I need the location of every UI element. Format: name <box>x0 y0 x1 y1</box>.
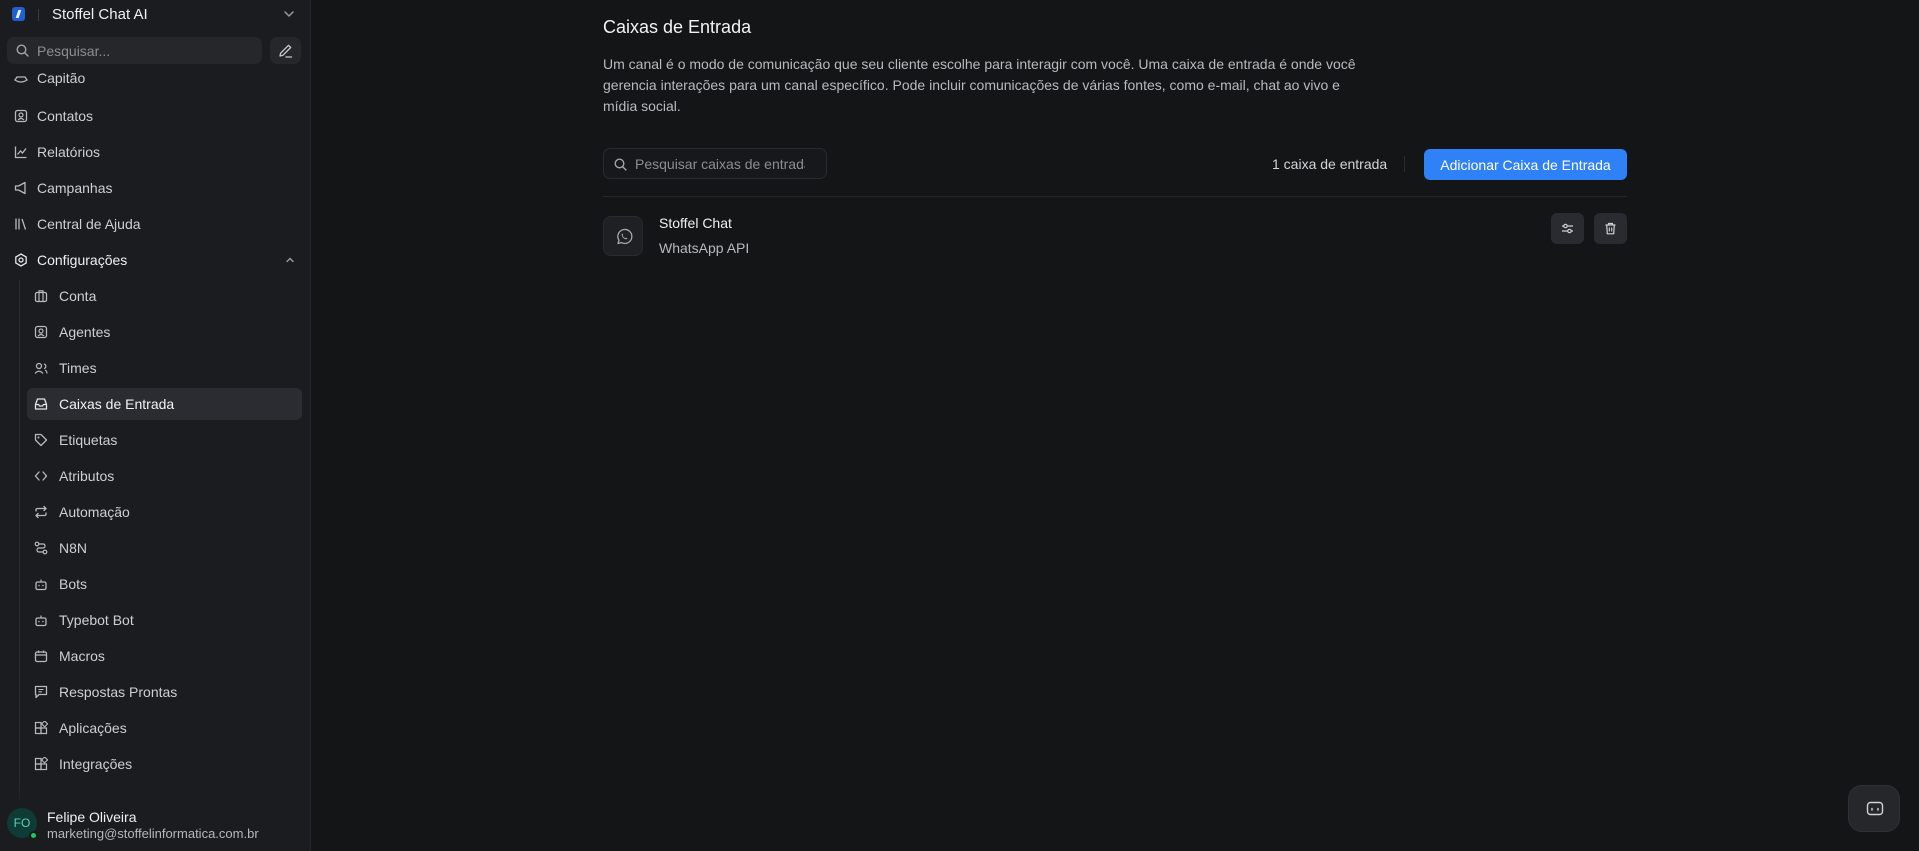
settings-item-label: Atributos <box>59 468 115 484</box>
inbox-channel-type: WhatsApp API <box>659 240 750 256</box>
settings-item-automacao[interactable]: Automação <box>27 496 302 528</box>
settings-item-bots[interactable]: Bots <box>27 568 302 600</box>
bot-icon <box>34 577 48 591</box>
settings-item-label: Automação <box>59 504 130 520</box>
code-icon <box>34 469 48 483</box>
inbox-count: 1 caixa de entrada <box>1272 156 1388 172</box>
settings-item-label: N8N <box>59 540 88 556</box>
whatsapp-icon <box>617 228 633 245</box>
pencil-icon <box>279 44 293 58</box>
sidebar-item-capitao[interactable]: Capitão <box>8 68 303 94</box>
page-title: Caixas de Entrada <box>603 17 752 37</box>
contact-icon <box>14 109 28 123</box>
inbox-settings-button[interactable] <box>1551 213 1584 244</box>
inbox-search-input[interactable] <box>635 149 805 178</box>
sidebar-item-central-de-ajuda[interactable]: Central de Ajuda <box>8 208 303 240</box>
settings-item-label: Bots <box>59 576 88 592</box>
settings-item-label: Aplicações <box>59 720 127 736</box>
settings-item-label: Conta <box>59 288 97 304</box>
sidebar-item-label: Central de Ajuda <box>37 216 141 232</box>
add-inbox-button[interactable]: Adicionar Caixa de Entrada <box>1424 149 1627 180</box>
settings-item-label: Typebot Bot <box>59 612 134 628</box>
trash-icon <box>1605 222 1616 235</box>
users-icon <box>34 361 48 375</box>
megaphone-icon <box>14 181 28 195</box>
bot-icon <box>34 613 48 627</box>
brand-divider <box>38 9 39 21</box>
calendar-icon <box>34 649 48 663</box>
toolbar-divider <box>1404 156 1405 172</box>
settings-item-macros[interactable]: Macros <box>27 640 302 672</box>
settings-item-times[interactable]: Times <box>27 352 302 384</box>
sidebar-nav: Capitão Contatos Relatórios Campanhas Ce… <box>0 68 310 803</box>
settings-item-label: Times <box>59 360 97 376</box>
settings-item-label: Agentes <box>59 324 111 340</box>
channel-avatar <box>603 216 643 256</box>
sidebar-item-configuracoes[interactable]: Configurações <box>8 244 303 276</box>
sidebar-search-input[interactable] <box>37 37 257 64</box>
ship-icon <box>14 71 28 85</box>
settings-item-etiquetas[interactable]: Etiquetas <box>27 424 302 456</box>
gear-icon <box>14 253 28 267</box>
settings-item-respostas-prontas[interactable]: Respostas Prontas <box>27 676 302 708</box>
repeat-icon <box>34 505 48 519</box>
library-icon <box>14 217 28 231</box>
settings-item-integracoes[interactable]: Integrações <box>27 748 302 780</box>
briefcase-icon <box>34 289 48 303</box>
apps-icon <box>34 757 48 771</box>
chevron-down-icon[interactable] <box>283 8 295 20</box>
account-name: Stoffel Chat AI <box>52 6 148 23</box>
inbox-name[interactable]: Stoffel Chat <box>659 215 732 231</box>
chevron-up-icon <box>285 255 295 265</box>
route-icon <box>34 541 48 555</box>
chat-bubble-icon <box>1866 801 1884 816</box>
apps-icon <box>34 721 48 735</box>
settings-item-caixas-de-entrada[interactable]: Caixas de Entrada <box>27 388 302 420</box>
inbox-delete-button[interactable] <box>1594 213 1627 244</box>
search-icon <box>614 158 627 171</box>
brand-logo <box>12 7 25 21</box>
settings-item-conta[interactable]: Conta <box>27 280 302 312</box>
sidebar-item-contatos[interactable]: Contatos <box>8 100 303 132</box>
message-square-icon <box>34 685 48 699</box>
contact-icon <box>34 325 48 339</box>
inbox-search <box>603 148 827 179</box>
settings-item-label: Integrações <box>59 756 133 772</box>
settings-tree-line <box>19 280 20 800</box>
compose-button[interactable] <box>270 37 301 64</box>
settings-item-label: Macros <box>59 648 105 664</box>
tag-icon <box>34 433 48 447</box>
user-email: marketing@stoffelinformatica.com.br <box>47 826 259 841</box>
sidebar-search <box>7 37 262 64</box>
settings-item-label: Caixas de Entrada <box>59 396 175 412</box>
inbox-icon <box>34 397 48 411</box>
account-switcher[interactable]: Stoffel Chat AI <box>0 0 310 30</box>
sidebar-item-label: Contatos <box>37 108 94 124</box>
settings-item-label: Etiquetas <box>59 432 118 448</box>
sidebar-item-relatorios[interactable]: Relatórios <box>8 136 303 168</box>
sidebar-item-label: Campanhas <box>37 180 113 196</box>
settings-item-agentes[interactable]: Agentes <box>27 316 302 348</box>
search-icon <box>16 44 29 57</box>
settings-item-typebot[interactable]: Typebot Bot <box>27 604 302 636</box>
sidebar: Stoffel Chat AI Capitão Contatos Relatór… <box>0 0 311 851</box>
settings-item-atributos[interactable]: Atributos <box>27 460 302 492</box>
sidebar-item-label: Configurações <box>37 252 128 268</box>
chart-icon <box>14 145 28 159</box>
sidebar-item-label: Relatórios <box>37 144 101 160</box>
support-chat-button[interactable] <box>1848 785 1900 832</box>
page-description: Um canal é o modo de comunicação que seu… <box>603 56 1356 114</box>
settings-item-label: Respostas Prontas <box>59 684 178 700</box>
settings-item-aplicacoes[interactable]: Aplicações <box>27 712 302 744</box>
settings-item-n8n[interactable]: N8N <box>27 532 302 564</box>
sliders-icon <box>1562 223 1573 234</box>
sidebar-item-label: Capitão <box>37 70 86 86</box>
sidebar-item-campanhas[interactable]: Campanhas <box>8 172 303 204</box>
list-divider <box>603 196 1627 197</box>
user-name: Felipe Oliveira <box>47 809 137 825</box>
presence-status-dot <box>29 831 38 840</box>
